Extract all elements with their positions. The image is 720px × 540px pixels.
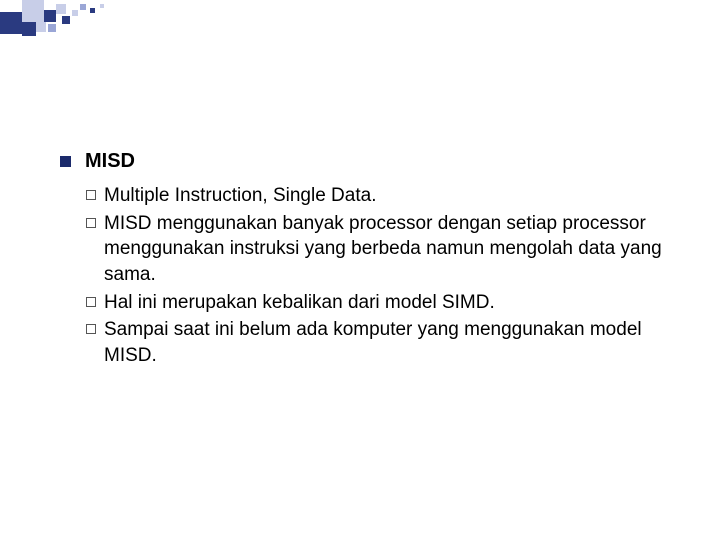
corner-decoration: [0, 0, 150, 50]
heading-text: MISD: [85, 150, 135, 173]
open-square-bullet-icon: [86, 324, 96, 334]
bullet-level2: Sampai saat ini belum ada komputer yang …: [86, 317, 680, 368]
bullet-level1: MISD: [60, 150, 680, 173]
deco-square: [48, 24, 56, 32]
deco-square: [100, 4, 104, 8]
item-text: Multiple Instruction, Single Data.: [104, 183, 376, 209]
deco-square: [90, 8, 95, 13]
deco-square: [44, 10, 56, 22]
deco-square: [72, 10, 78, 16]
item-text: Hal ini merupakan kebalikan dari model S…: [104, 290, 495, 316]
content-area: MISD Multiple Instruction, Single Data. …: [60, 150, 680, 370]
item-text: MISD menggunakan banyak processor dengan…: [104, 211, 664, 288]
deco-square: [62, 16, 70, 24]
bullet-level2: Multiple Instruction, Single Data.: [86, 183, 680, 209]
deco-square: [22, 0, 44, 22]
deco-square: [0, 12, 22, 34]
item-text: Sampai saat ini belum ada komputer yang …: [104, 317, 664, 368]
open-square-bullet-icon: [86, 218, 96, 228]
bullet-level2: Hal ini merupakan kebalikan dari model S…: [86, 290, 680, 316]
open-square-bullet-icon: [86, 190, 96, 200]
square-bullet-icon: [60, 156, 71, 167]
open-square-bullet-icon: [86, 297, 96, 307]
bullet-level2: MISD menggunakan banyak processor dengan…: [86, 211, 680, 288]
slide: MISD Multiple Instruction, Single Data. …: [0, 0, 720, 540]
sub-list: Multiple Instruction, Single Data. MISD …: [86, 183, 680, 368]
deco-square: [56, 4, 66, 14]
deco-square: [22, 22, 36, 36]
deco-square: [80, 4, 86, 10]
deco-square: [36, 22, 46, 32]
